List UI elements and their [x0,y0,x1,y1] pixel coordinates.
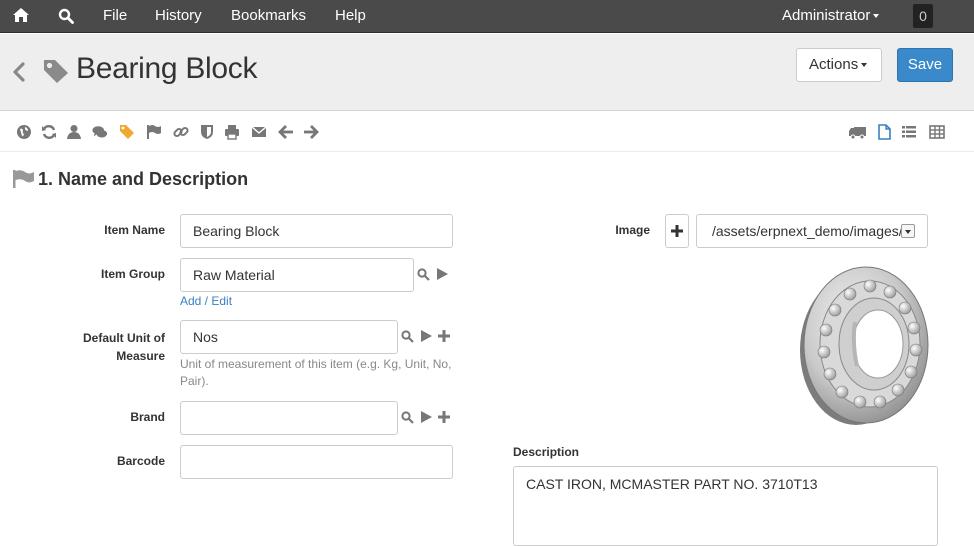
tags-icon[interactable] [119,124,135,140]
user-icon[interactable] [66,124,82,140]
form-toolbar [0,112,974,152]
arrow-right-icon[interactable] [303,124,319,140]
page-header: Bearing Block Actions Save [0,34,974,111]
uom-label-line1: Default Unit of [83,331,165,345]
uom-input[interactable]: Nos [180,320,398,354]
menu-history[interactable]: History [155,0,202,33]
comments-icon[interactable] [92,124,108,140]
item-name-label: Item Name [104,223,165,237]
section-title: 1. Name and Description [38,169,249,189]
search-icon[interactable] [58,8,74,24]
globe-icon[interactable] [16,124,32,140]
page-title: Bearing Block [76,52,258,85]
uom-label-line2: Measure [116,349,165,363]
description-textarea[interactable]: CAST IRON, MCMASTER PART NO. 3710T13 [513,466,938,546]
image-select-value: /assets/erpnext_demo/images/ [712,223,902,239]
chevron-down-icon [873,14,880,19]
uom-help-line2: Pair). [180,374,209,388]
flag-icon[interactable] [146,124,162,140]
search-icon[interactable] [417,268,430,281]
menu-help[interactable]: Help [335,0,366,33]
refresh-icon[interactable] [41,124,57,140]
attach-image-button[interactable] [665,214,689,248]
shield-icon[interactable] [199,124,215,140]
menu-file[interactable]: File [103,0,127,33]
search-icon[interactable] [401,330,414,343]
chevron-down-icon [901,224,915,238]
uom-label: Default Unit of Measure [50,329,165,365]
notification-count[interactable]: 0 [913,4,933,28]
arrow-left-icon[interactable] [278,124,294,140]
user-name: Administrator [782,7,871,24]
print-icon[interactable] [224,124,240,140]
item-name-input[interactable]: Bearing Block [180,214,453,248]
tag-icon [44,60,68,83]
link-icon[interactable] [173,124,189,140]
search-icon[interactable] [401,411,414,424]
add-edit-link[interactable]: Add / Edit [180,294,232,308]
image-label: Image [615,223,650,237]
home-icon[interactable] [12,7,30,23]
email-icon[interactable] [251,124,267,140]
plus-icon[interactable] [438,330,450,342]
item-group-input[interactable]: Raw Material [180,258,414,292]
document-icon[interactable] [876,124,892,140]
table-icon[interactable] [929,124,945,140]
top-navbar: File History Bookmarks Help Administrato… [0,0,974,33]
item-image [800,266,929,425]
barcode-label: Barcode [116,454,165,468]
menu-bookmarks[interactable]: Bookmarks [231,0,306,33]
chevron-down-icon [861,63,868,68]
list-icon[interactable] [901,124,917,140]
item-group-label: Item Group [100,267,165,281]
barcode-input[interactable] [180,445,453,479]
brand-label: Brand [130,410,165,424]
image-select[interactable]: /assets/erpnext_demo/images/ [696,214,928,248]
uom-help-line1: Unit of measurement of this item (e.g. K… [180,357,452,371]
description-label: Description [513,445,580,459]
play-icon[interactable] [421,330,432,342]
flag-icon [13,170,34,188]
play-icon[interactable] [437,268,448,280]
save-button[interactable]: Save [897,48,953,82]
brand-input[interactable] [180,401,398,435]
user-menu[interactable]: Administrator [782,0,880,33]
back-icon[interactable] [12,62,26,82]
plus-icon[interactable] [438,411,450,423]
plus-icon [671,225,683,237]
actions-label: Actions [809,56,859,73]
actions-button[interactable]: Actions [796,48,882,82]
truck-icon[interactable] [849,124,867,140]
uom-help-text: Unit of measurement of this item (e.g. K… [180,356,460,390]
play-icon[interactable] [421,411,432,423]
